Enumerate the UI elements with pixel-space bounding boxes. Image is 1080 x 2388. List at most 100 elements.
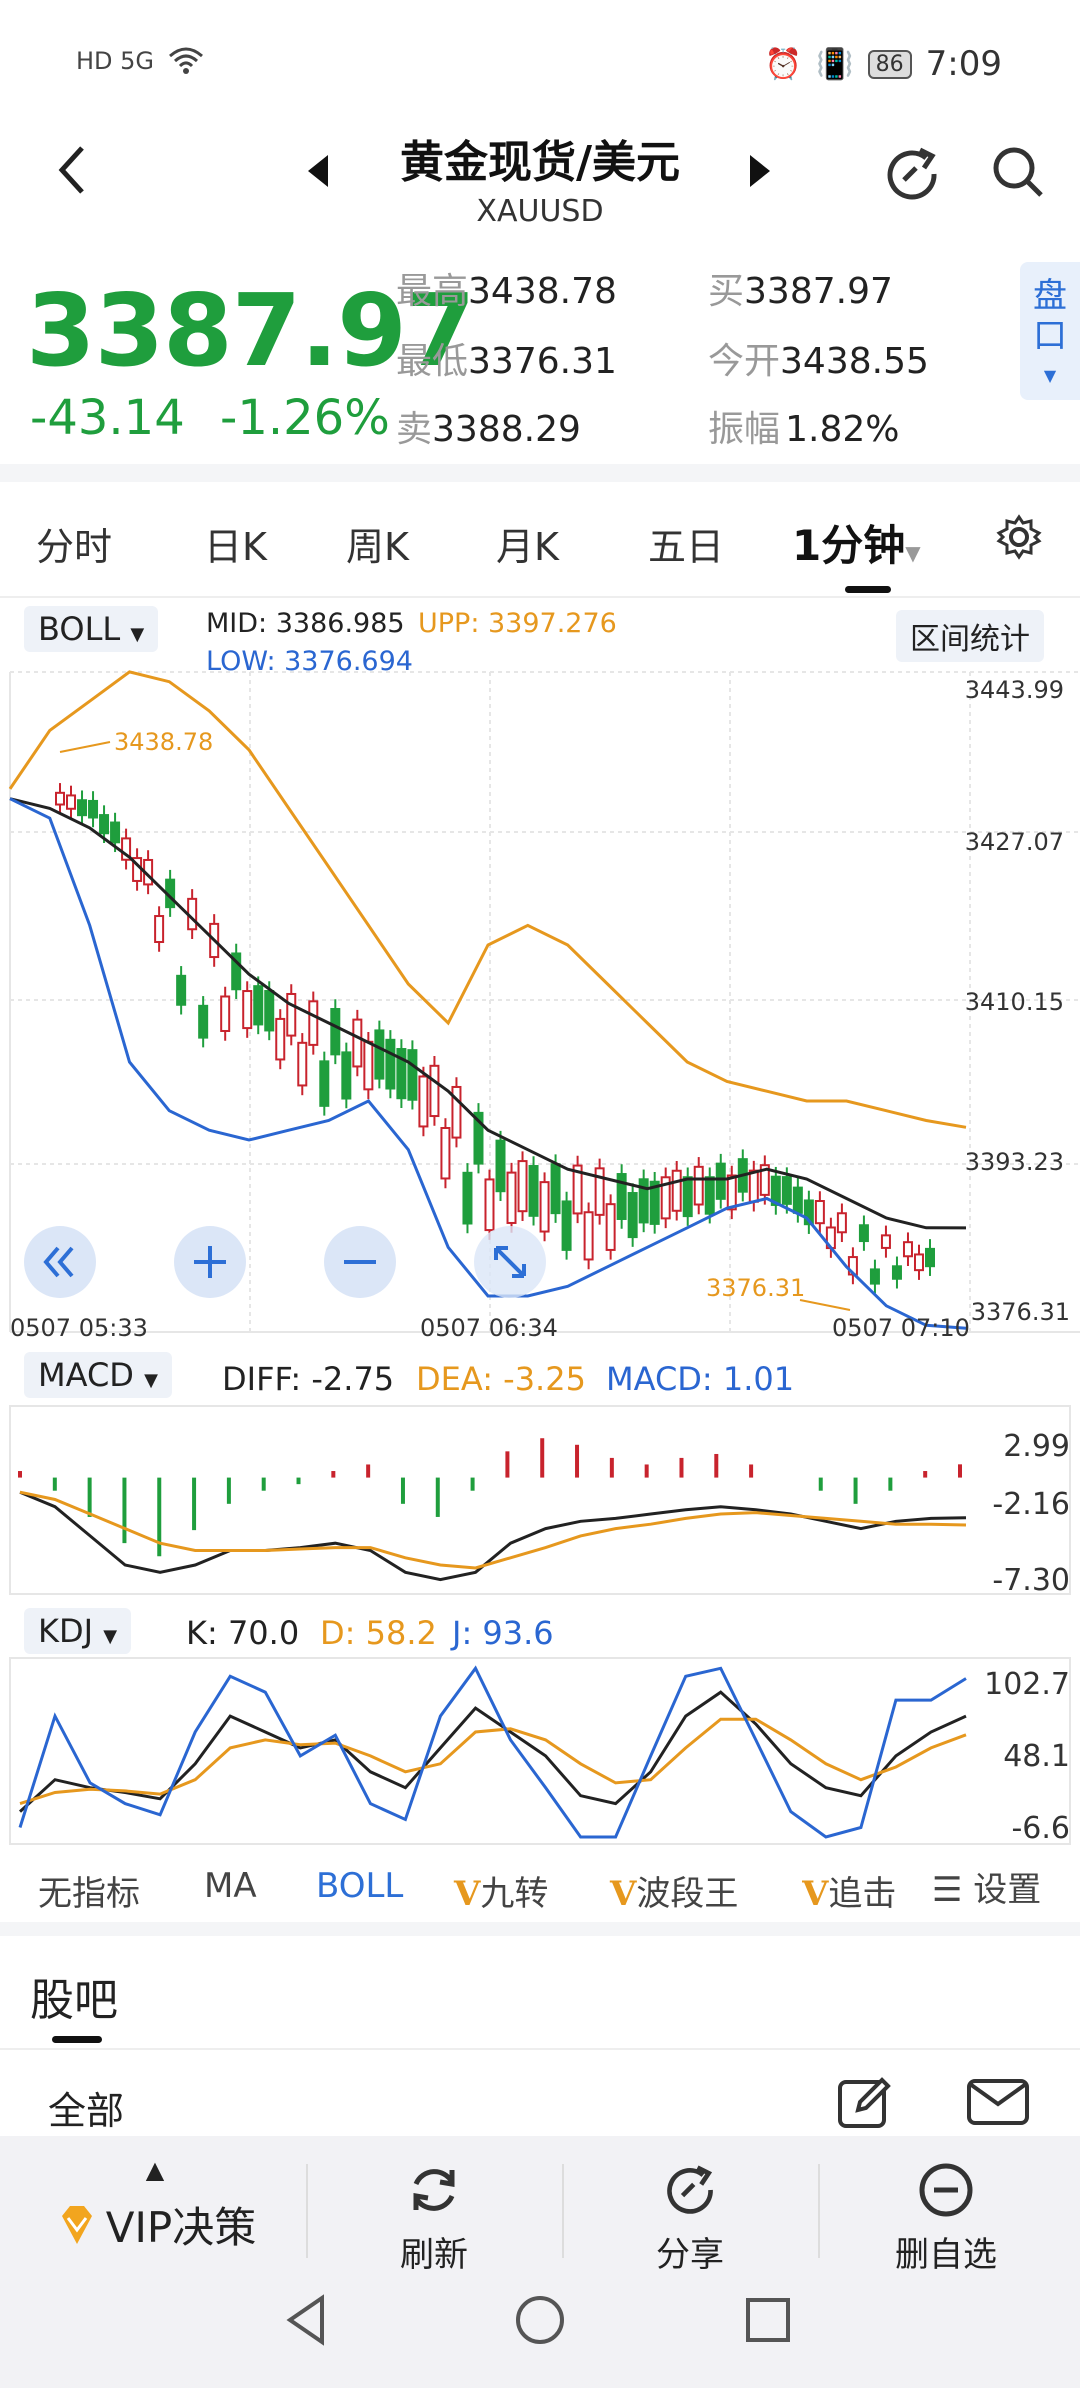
tab-one-minute-label: 1分钟: [792, 521, 906, 570]
change-value: -43.14: [30, 390, 185, 446]
next-symbol-icon[interactable]: [750, 155, 770, 187]
remove-watchlist-button[interactable]: 删自选: [846, 2162, 1046, 2276]
kdj-selector[interactable]: KDJ ▼: [24, 1608, 132, 1654]
low-value: 3376.31: [468, 341, 617, 382]
refresh-button[interactable]: 刷新: [334, 2162, 534, 2276]
indicator-zhuiji[interactable]: V追击: [802, 1866, 922, 1915]
candle-body: [264, 990, 275, 1032]
system-home-icon[interactable]: [514, 2294, 566, 2346]
indicator-boduanwang-label: 波段王: [636, 1874, 739, 1914]
candle-body: [858, 1224, 869, 1243]
indicator-boduanwang[interactable]: V波段王: [610, 1866, 738, 1915]
kdj-lines: [18, 1665, 967, 1839]
zoom-out-button[interactable]: [324, 1226, 396, 1298]
candle-body: [925, 1247, 935, 1268]
candle-body: [429, 1064, 440, 1118]
macd-histogram: [18, 1438, 962, 1557]
boll-selector-label: BOLL: [38, 610, 121, 648]
candle-body: [319, 1060, 330, 1107]
system-back-icon[interactable]: [282, 2292, 332, 2348]
candle-body: [440, 1127, 451, 1180]
range-stats-button[interactable]: 区间统计: [896, 610, 1044, 662]
indicator-settings[interactable]: ☰ 设置: [926, 1862, 1042, 1911]
fullscreen-button[interactable]: [474, 1226, 546, 1298]
kdj-y-tick-3: -6.6: [1011, 1811, 1070, 1846]
candle-body: [814, 1200, 825, 1225]
caret-down-icon: ▼: [130, 624, 145, 645]
boll-chart[interactable]: 3443.99 3427.07 3410.15 3393.23 3376.31 …: [0, 668, 1080, 1348]
tab-five-day[interactable]: 五日: [648, 516, 724, 571]
candle-body: [330, 1008, 341, 1056]
indicator-none[interactable]: 无指标: [38, 1866, 140, 1915]
tab-one-minute[interactable]: 1分钟▼: [792, 512, 921, 573]
high-marker-line: [59, 741, 111, 753]
scroll-left-button[interactable]: [24, 1226, 96, 1298]
y-tick-2: 3427.07: [965, 828, 1064, 856]
tab-timeshare[interactable]: 分时: [36, 516, 112, 571]
nav-divider: [306, 2164, 308, 2258]
nav-divider: [562, 2164, 564, 2258]
system-recents-icon[interactable]: [744, 2296, 792, 2344]
edit-post-icon[interactable]: [836, 2074, 892, 2130]
buy-value: 3387.97: [744, 271, 893, 312]
vip-decision-label: VIP决策: [105, 2203, 257, 2252]
indicator-boll[interactable]: BOLL: [316, 1866, 403, 1906]
kdj-y-tick-1: 102.7: [984, 1667, 1070, 1702]
vip-decision-button[interactable]: ▲ VIP决策: [30, 2156, 280, 2255]
kdj-selector-label: KDJ: [38, 1612, 94, 1650]
candle-body: [550, 1163, 561, 1215]
forum-tab-all[interactable]: 全部: [48, 2080, 124, 2135]
candle-body: [869, 1268, 880, 1285]
amp-value: 1.82%: [785, 409, 900, 450]
indicator-ma[interactable]: MA: [204, 1866, 257, 1906]
candle-body: [220, 995, 231, 1032]
tab-monthly-k[interactable]: 月K: [496, 516, 559, 571]
candle-body: [308, 1000, 319, 1046]
high-marker-label: 3438.78: [114, 728, 213, 756]
nav-divider: [818, 2164, 820, 2258]
macd-chart[interactable]: 2.99 -2.16 -7.30: [0, 1404, 1080, 1604]
forum-title: 股吧: [30, 1975, 118, 2026]
buy-row: 买3387.97: [708, 262, 893, 314]
panko-tab[interactable]: 盘口 ▼: [1020, 262, 1080, 400]
tab-weekly-k[interactable]: 周K: [346, 516, 409, 571]
sell-label: 卖: [396, 409, 433, 450]
search-icon[interactable]: [990, 144, 1046, 200]
message-icon[interactable]: [966, 2078, 1030, 2126]
share-button[interactable]: 分享: [590, 2162, 790, 2276]
y-tick-1: 3443.99: [965, 676, 1064, 704]
share-arrow-icon[interactable]: [882, 144, 942, 204]
back-icon[interactable]: [48, 140, 98, 200]
tab-daily-k[interactable]: 日K: [204, 516, 267, 571]
low-label: 最低: [396, 341, 469, 382]
settings-gear-icon[interactable]: [996, 514, 1042, 560]
boll-selector[interactable]: BOLL ▼: [24, 606, 159, 652]
macd-selector[interactable]: MACD ▼: [24, 1352, 172, 1398]
candle-body: [66, 794, 77, 810]
candle-body: [99, 814, 110, 835]
remove-watchlist-label: 删自选: [895, 2235, 997, 2275]
candle-body: [836, 1212, 847, 1234]
candle-body: [286, 992, 297, 1037]
sell-row: 卖3388.29: [396, 400, 581, 452]
macd-diff: DIFF: -2.75: [222, 1360, 395, 1398]
indicator-jiuzhuan[interactable]: V九转: [454, 1866, 548, 1915]
clock: 7:09: [925, 44, 1002, 84]
candle-body: [198, 1004, 209, 1039]
macd-dea: DEA: -3.25: [416, 1360, 586, 1398]
list-settings-icon: ☰: [932, 1870, 963, 1910]
zoom-in-button[interactable]: [174, 1226, 246, 1298]
macd-value: MACD: 1.01: [606, 1360, 795, 1398]
open-value: 3438.55: [780, 341, 929, 382]
v-icon: V: [454, 1874, 481, 1914]
caret-down-icon: ▼: [144, 1370, 158, 1391]
low-marker-label: 3376.31: [706, 1274, 805, 1302]
kdj-chart[interactable]: 102.7 48.1 -6.6: [0, 1656, 1080, 1846]
status-right: ⏰ 📳 86 7:09: [765, 44, 1002, 84]
section-divider: [0, 1922, 1080, 1936]
indicator-jiuzhuan-label: 九转: [480, 1874, 549, 1914]
vip-diamond-icon: [61, 2205, 92, 2244]
candle-body: [605, 1203, 616, 1251]
share-label: 分享: [656, 2235, 724, 2275]
candle-body: [880, 1234, 891, 1249]
